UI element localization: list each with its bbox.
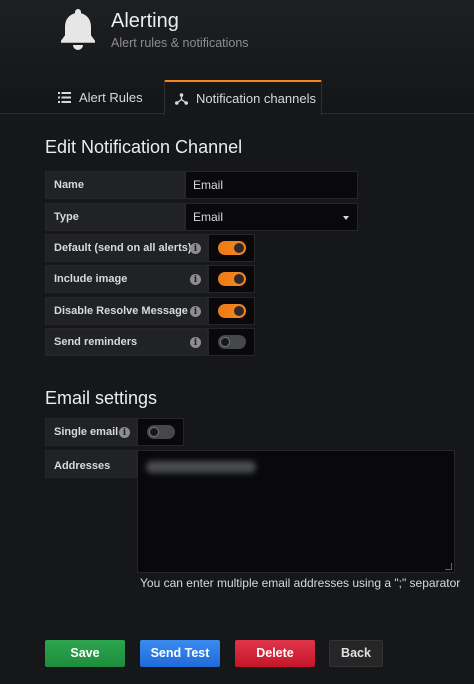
info-icon[interactable]: i (190, 274, 201, 285)
back-button[interactable]: Back (329, 640, 383, 667)
single-email-switch-box (137, 418, 184, 446)
tab-notification-channels[interactable]: Notification channels (164, 80, 322, 115)
toggle-row-include-image: Include image i (45, 265, 255, 293)
page-subtitle: Alert rules & notifications (111, 36, 249, 50)
send-reminders-toggle[interactable] (217, 335, 246, 349)
info-icon[interactable]: i (119, 427, 130, 438)
disable-resolve-switch-box (208, 297, 255, 325)
single-email-label: Single email i (45, 418, 137, 446)
single-email-toggle[interactable] (146, 425, 175, 439)
default-toggle[interactable] (217, 241, 246, 255)
send-test-button[interactable]: Send Test (140, 640, 220, 667)
list-icon (58, 91, 71, 103)
name-input[interactable]: Email (185, 171, 358, 199)
info-icon[interactable]: i (190, 243, 201, 254)
addresses-row: Addresses (45, 450, 137, 478)
tab-label: Alert Rules (79, 89, 143, 105)
page-header: Alerting Alert rules & notifications Ale… (0, 0, 474, 115)
info-icon[interactable]: i (190, 337, 201, 348)
email-settings-title: Email settings (45, 388, 158, 408)
send-reminders-label: Send reminders i (45, 328, 208, 356)
resize-handle[interactable] (445, 563, 452, 570)
tab-alert-rules[interactable]: Alert Rules (46, 80, 143, 114)
addresses-textarea[interactable] (137, 450, 455, 573)
delete-button[interactable]: Delete (235, 640, 315, 667)
default-label: Default (send on all alerts) i (45, 234, 208, 262)
disable-resolve-label: Disable Resolve Message i (45, 297, 208, 325)
bell-icon (61, 9, 95, 50)
channels-icon (175, 92, 188, 105)
page-title: Alerting (111, 10, 179, 32)
name-label: Name (45, 171, 185, 199)
toggle-row-default: Default (send on all alerts) i (45, 234, 255, 262)
type-row: Type Email (45, 203, 358, 231)
disable-resolve-toggle[interactable] (217, 304, 246, 318)
name-row: Name Email (45, 171, 358, 199)
type-label: Type (45, 203, 185, 231)
save-button[interactable]: Save (45, 640, 125, 667)
edit-channel-title: Edit Notification Channel (45, 137, 243, 157)
toggle-row-disable-resolve: Disable Resolve Message i (45, 297, 255, 325)
default-switch-box (208, 234, 255, 262)
addresses-hint: You can enter multiple email addresses u… (140, 576, 461, 590)
redacted-email (146, 461, 256, 473)
send-reminders-switch-box (208, 328, 255, 356)
include-image-label: Include image i (45, 265, 208, 293)
include-image-switch-box (208, 265, 255, 293)
addresses-label: Addresses (45, 450, 137, 478)
single-email-row: Single email i (45, 418, 184, 446)
caret-down-icon (343, 216, 349, 220)
toggle-row-send-reminders: Send reminders i (45, 328, 255, 356)
include-image-toggle[interactable] (217, 272, 246, 286)
type-select-value: Email (193, 210, 224, 224)
tab-label: Notification channels (196, 91, 316, 106)
info-icon[interactable]: i (190, 306, 201, 317)
type-select[interactable]: Email (185, 203, 358, 231)
